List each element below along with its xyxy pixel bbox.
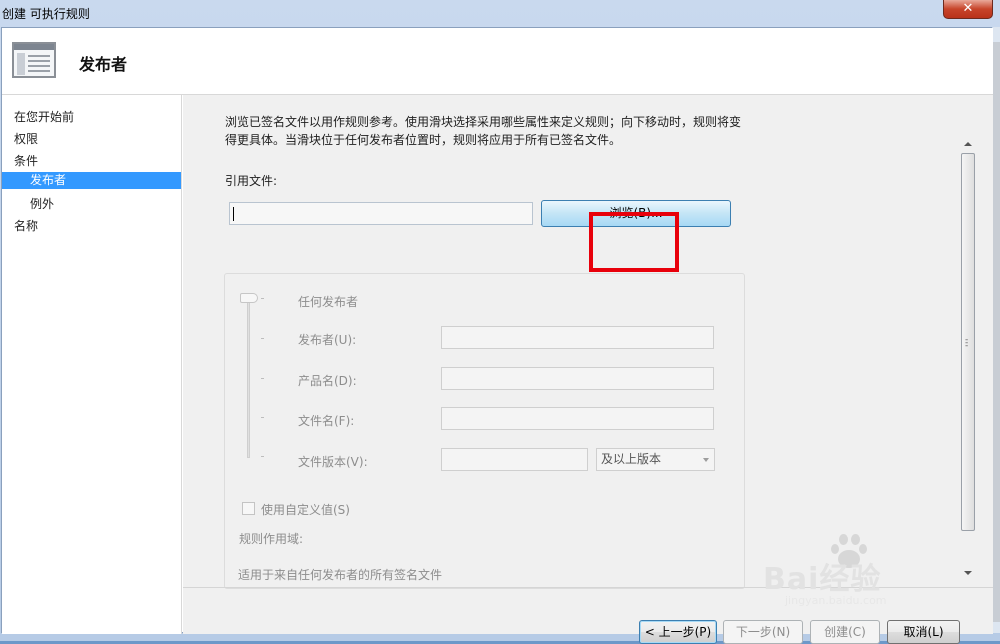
text-caret — [233, 207, 234, 221]
window-title: 创建 可执行规则 — [2, 7, 90, 21]
wizard-icon — [12, 42, 56, 78]
scroll-down-icon[interactable] — [964, 571, 972, 575]
nav-step-name[interactable]: 名称 — [14, 217, 38, 234]
previous-button[interactable]: < 上一步(P) — [639, 620, 717, 644]
next-button[interactable]: 下一步(N) — [723, 620, 803, 644]
highlight-annotation-box — [589, 212, 679, 272]
product-name-label: 产品名(D): — [298, 374, 357, 388]
specificity-slider-track[interactable] — [247, 302, 250, 458]
create-button[interactable]: 创建(C) — [810, 620, 880, 644]
title-bar: 创建 可执行规则 ✕ — [0, 0, 1000, 27]
specificity-slider-thumb[interactable] — [240, 293, 258, 303]
reference-file-label: 引用文件: — [225, 174, 278, 188]
file-version-label: 文件版本(V): — [298, 455, 368, 469]
slider-tick — [261, 378, 264, 379]
page-description: 浏览已签名文件以用作规则参考。使用滑块选择采用哪些属性来定义规则；向下移动时，规… — [225, 115, 742, 147]
dialog-client: 发布者 在您开始前 权限 条件 发布者 例外 名称 浏览已签名文件以用作规则参考… — [1, 27, 993, 644]
cancel-button[interactable]: 取消(L) — [887, 620, 960, 644]
chevron-down-icon — [703, 458, 709, 462]
wizard-content: 浏览已签名文件以用作规则参考。使用滑块选择采用哪些属性来定义规则；向下移动时，规… — [183, 95, 993, 644]
rule-scope-text: 适用于来自任何发布者的所有签名文件 — [238, 568, 443, 582]
nav-step-permissions[interactable]: 权限 — [14, 130, 38, 147]
page-title: 发布者 — [79, 55, 128, 74]
publisher-properties-panel: 任何发布者 发布者(U): 产品名(D): 文件名(F): 文件版本(V): 及… — [224, 273, 745, 589]
nav-step-publisher[interactable]: 发布者 — [2, 172, 181, 189]
close-button[interactable]: ✕ — [943, 0, 993, 19]
slider-tick — [261, 417, 264, 418]
custom-values-checkbox[interactable] — [242, 502, 255, 515]
slider-tick — [261, 338, 264, 339]
nav-step-before-you-begin[interactable]: 在您开始前 — [14, 108, 74, 125]
reference-file-input[interactable] — [229, 202, 533, 225]
window-edge-scrollbar[interactable] — [993, 27, 1000, 633]
slider-tick — [261, 298, 264, 299]
publisher-label: 发布者(U): — [298, 333, 357, 347]
wizard-steps-nav: 在您开始前 权限 条件 发布者 例外 名称 — [2, 95, 182, 634]
scroll-up-icon[interactable] — [964, 142, 972, 146]
scrollbar-thumb[interactable]: --- — [961, 153, 975, 531]
any-publisher-label: 任何发布者 — [298, 295, 359, 309]
rule-scope-label: 规则作用域: — [239, 532, 304, 546]
footer-divider — [183, 587, 993, 588]
publisher-field[interactable] — [441, 326, 714, 349]
window-edge-scrollbar-thumb[interactable] — [993, 42, 1000, 622]
dialog-window: 创建 可执行规则 ✕ 发布者 在您开始前 权限 条件 发布者 例外 名称 浏览已… — [0, 0, 1000, 644]
wizard-header: 发布者 — [2, 28, 993, 95]
file-version-field[interactable] — [441, 448, 588, 471]
version-mode-value: 及以上版本 — [601, 452, 662, 466]
file-name-field[interactable] — [441, 407, 714, 430]
custom-values-label: 使用自定义值(S) — [261, 503, 350, 517]
product-name-field[interactable] — [441, 367, 714, 390]
slider-tick — [261, 456, 264, 457]
grip-icon: --- — [965, 335, 969, 351]
file-name-label: 文件名(F): — [298, 414, 355, 428]
nav-step-exceptions[interactable]: 例外 — [30, 195, 54, 212]
content-scrollbar[interactable]: --- — [960, 137, 976, 579]
version-mode-select[interactable]: 及以上版本 — [596, 448, 715, 471]
nav-step-conditions[interactable]: 条件 — [14, 152, 38, 169]
